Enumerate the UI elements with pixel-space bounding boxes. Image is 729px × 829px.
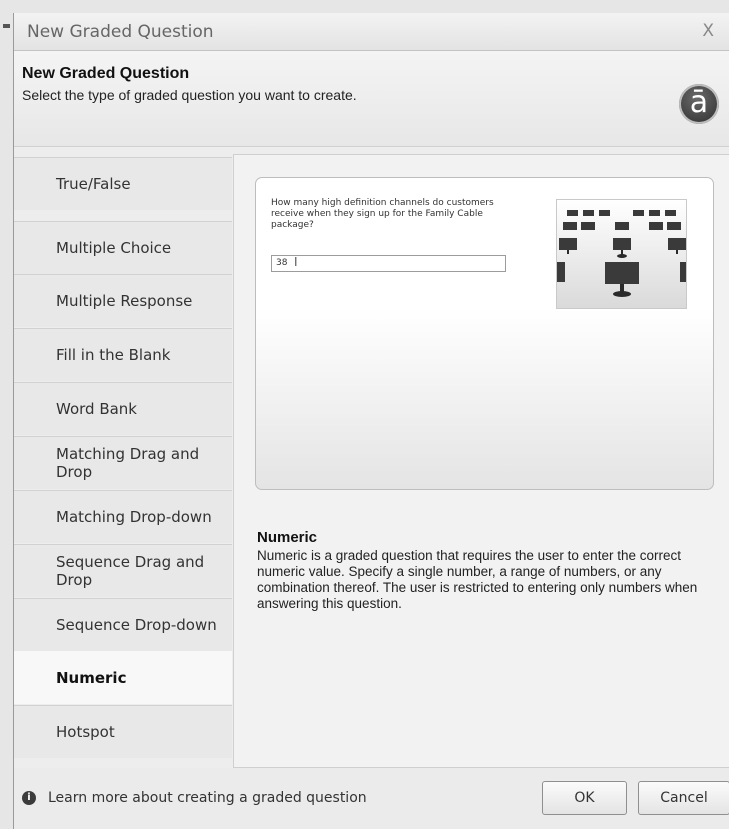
question-type-hotspot[interactable]: Hotspot [14, 705, 232, 758]
header-title: New Graded Question [22, 65, 190, 82]
question-type-label: Hotspot [56, 723, 115, 741]
title-bar: New Graded Question X [14, 13, 729, 51]
description-text: Numeric is a graded question that requir… [257, 548, 698, 611]
preview-question-text: How many high definition channels do cus… [271, 198, 494, 230]
question-type-label: Matching Drop-down [56, 508, 212, 526]
close-icon[interactable]: X [702, 21, 714, 41]
tv-screens-icon [557, 200, 686, 308]
question-type-label: Matching Drag and Drop [56, 445, 200, 481]
question-type-numeric[interactable]: Numeric [14, 651, 232, 704]
app-logo-icon: ā [679, 84, 719, 124]
cancel-button[interactable]: Cancel [638, 781, 729, 815]
preview-answer-field: 38 I [271, 255, 506, 272]
new-graded-question-dialog: New Graded Question X New Graded Questio… [13, 13, 729, 829]
window-edge-mark [3, 24, 10, 28]
question-type-matching-drop-down[interactable]: Matching Drop-down [14, 490, 232, 543]
ok-button[interactable]: OK [542, 781, 627, 815]
header-subtitle: Select the type of graded question you w… [22, 87, 357, 103]
question-type-word-bank[interactable]: Word Bank [14, 382, 232, 435]
question-type-multiple-choice[interactable]: Multiple Choice [14, 221, 232, 274]
question-type-label: Numeric [56, 669, 127, 687]
info-icon: i [22, 791, 36, 805]
preview-answer-value: 38 [276, 258, 288, 268]
question-type-label: Multiple Response [56, 292, 193, 310]
question-type-label: Fill in the Blank [56, 346, 171, 364]
dialog-header: New Graded Question Select the type of g… [14, 51, 729, 147]
description-title: Numeric [257, 529, 318, 546]
question-type-matching-drag-and-drop[interactable]: Matching Drag and Drop [14, 436, 232, 489]
text-cursor-icon: I [294, 255, 298, 269]
question-type-true-false[interactable]: True/False [14, 157, 232, 210]
tv-screens-image [556, 199, 687, 309]
question-type-multiple-response[interactable]: Multiple Response [14, 274, 232, 327]
dialog-footer: i Learn more about creating a graded que… [14, 768, 729, 829]
question-type-label: True/False [56, 175, 131, 193]
question-type-sequence-drag-and-drop[interactable]: Sequence Drag and Drop [14, 544, 232, 597]
question-type-label: Multiple Choice [56, 239, 172, 257]
question-type-label: Sequence Drag and Drop [56, 553, 205, 589]
learn-more-link[interactable]: Learn more about creating a graded quest… [48, 790, 367, 806]
question-type-label: Word Bank [56, 400, 137, 418]
question-type-detail-panel: How many high definition channels do cus… [233, 154, 729, 768]
question-type-sequence-drop-down[interactable]: Sequence Drop-down [14, 598, 232, 651]
question-preview: How many high definition channels do cus… [255, 177, 714, 490]
window-title: New Graded Question [27, 22, 214, 42]
question-type-fill-in-the-blank[interactable]: Fill in the Blank [14, 328, 232, 381]
question-type-label: Sequence Drop-down [56, 616, 217, 634]
